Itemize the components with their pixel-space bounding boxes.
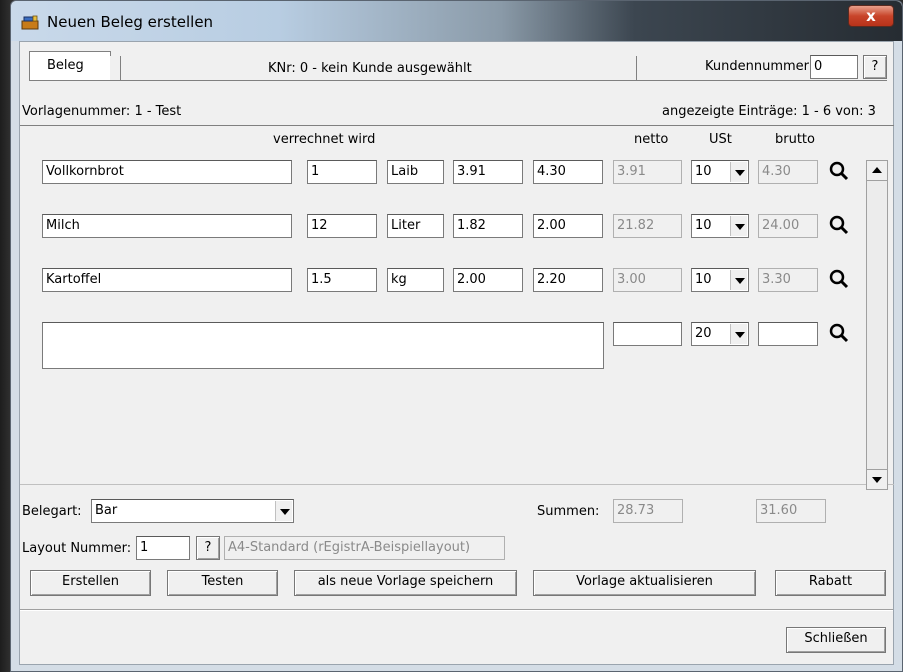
window-title: Neuen Beleg erstellen (47, 13, 214, 31)
footer-divider (20, 609, 893, 611)
header-ust: USt (709, 132, 732, 147)
testen-button[interactable]: Testen (167, 570, 278, 596)
row-1-ust-value: 10 (695, 164, 712, 179)
row-3-netto: 3.00 (613, 268, 682, 292)
belegart-value: Bar (95, 503, 118, 518)
row-3-brutto: 3.30 (758, 268, 818, 292)
row-1-netto: 3.91 (613, 160, 682, 184)
chevron-down-icon[interactable] (730, 162, 747, 182)
header-verrechnet: verrechnet wird (273, 132, 376, 147)
scroll-down-button[interactable] (867, 469, 887, 489)
row-1-quantity[interactable]: 1 (307, 160, 377, 184)
row-2-ust-value: 10 (695, 218, 712, 233)
row-3-name[interactable]: Kartoffel (42, 268, 292, 292)
client-area: Beleg KNr: 0 - kein Kunde ausgewählt Kun… (19, 41, 894, 665)
update-template-button[interactable]: Vorlage aktualisieren (533, 570, 756, 596)
tab-beleg-label: Beleg (47, 58, 84, 73)
row-3-gross-price[interactable]: 2.20 (533, 268, 603, 292)
row-1-price[interactable]: 3.91 (453, 160, 523, 184)
new-row-netto[interactable] (613, 322, 682, 346)
header-netto: netto (634, 132, 669, 147)
vorlage-info: Vorlagenummer: 1 - Test (22, 104, 182, 119)
chevron-down-icon[interactable] (730, 324, 747, 344)
dialog-window: Neuen Beleg erstellen x Beleg KNr: 0 - k… (10, 0, 903, 672)
search-icon[interactable] (828, 268, 850, 290)
row-1-gross-price[interactable]: 4.30 (533, 160, 603, 184)
row-3-quantity[interactable]: 1.5 (307, 268, 377, 292)
row-1-unit[interactable]: Laib (387, 160, 444, 184)
chevron-up-icon (872, 167, 882, 173)
row-2-gross-price[interactable]: 2.00 (533, 214, 603, 238)
belegart-select[interactable]: Bar (91, 499, 294, 523)
row-3-price[interactable]: 2.00 (453, 268, 523, 292)
erstellen-button[interactable]: Erstellen (30, 570, 151, 596)
new-row-ust-value: 20 (695, 326, 712, 341)
row-2-unit[interactable]: Liter (387, 214, 444, 238)
tab-separator-2 (636, 56, 637, 80)
kundennummer-input[interactable]: 0 (810, 55, 858, 79)
chevron-down-icon[interactable] (730, 270, 747, 290)
row-2-quantity[interactable]: 12 (307, 214, 377, 238)
row-2-ust-select[interactable]: 10 (691, 214, 749, 238)
row-3-ust-value: 10 (695, 272, 712, 287)
close-dialog-button[interactable]: Schließen (786, 627, 886, 653)
chevron-down-icon (872, 477, 882, 483)
new-row-name[interactable] (42, 322, 604, 369)
vertical-scrollbar[interactable] (866, 160, 888, 490)
kundennummer-label: Kundennummer: (705, 59, 814, 74)
search-icon[interactable] (828, 322, 850, 344)
cash-register-icon (21, 15, 39, 30)
kundennummer-help-button[interactable]: ? (863, 55, 887, 79)
summe-brutto: 31.60 (756, 499, 826, 523)
summe-netto: 28.73 (613, 499, 683, 523)
summen-label: Summen: (537, 504, 600, 519)
new-row-ust-select[interactable]: 20 (691, 322, 749, 346)
layout-name: A4-Standard (rEgistrA-Beispiellayout) (224, 536, 505, 560)
entries-info: angezeigte Einträge: 1 - 6 von: 3 (662, 104, 876, 119)
row-1-ust-select[interactable]: 10 (691, 160, 749, 184)
title-bar[interactable]: Neuen Beleg erstellen x (11, 1, 902, 41)
header-brutto: brutto (775, 132, 815, 147)
row-2-name[interactable]: Milch (42, 214, 292, 238)
new-row-brutto[interactable] (758, 322, 818, 346)
tab-baseline (29, 80, 887, 81)
save-as-template-button[interactable]: als neue Vorlage speichern (294, 570, 517, 596)
row-3-unit[interactable]: kg (387, 268, 444, 292)
scroll-track[interactable] (867, 181, 887, 469)
row-2-netto: 21.82 (613, 214, 682, 238)
rabatt-button[interactable]: Rabatt (775, 570, 886, 596)
close-button[interactable]: x (848, 5, 894, 27)
scroll-up-button[interactable] (867, 161, 887, 181)
belegart-label: Belegart: (22, 504, 82, 519)
layout-help-button[interactable]: ? (196, 536, 220, 560)
search-icon[interactable] (828, 160, 850, 182)
chevron-down-icon[interactable] (730, 216, 747, 236)
chevron-down-icon[interactable] (275, 501, 292, 521)
customer-info: KNr: 0 - kein Kunde ausgewählt (268, 61, 472, 76)
row-2-brutto: 24.00 (758, 214, 818, 238)
row-1-brutto: 4.30 (758, 160, 818, 184)
tab-beleg[interactable]: Beleg (29, 51, 111, 81)
row-3-ust-select[interactable]: 10 (691, 268, 749, 292)
row-1-name[interactable]: Vollkornbrot (42, 160, 292, 184)
layout-number-input[interactable]: 1 (136, 536, 190, 560)
layout-label: Layout Nummer: (22, 541, 132, 556)
tab-separator (120, 56, 121, 80)
search-icon[interactable] (828, 214, 850, 236)
row-2-price[interactable]: 1.82 (453, 214, 523, 238)
